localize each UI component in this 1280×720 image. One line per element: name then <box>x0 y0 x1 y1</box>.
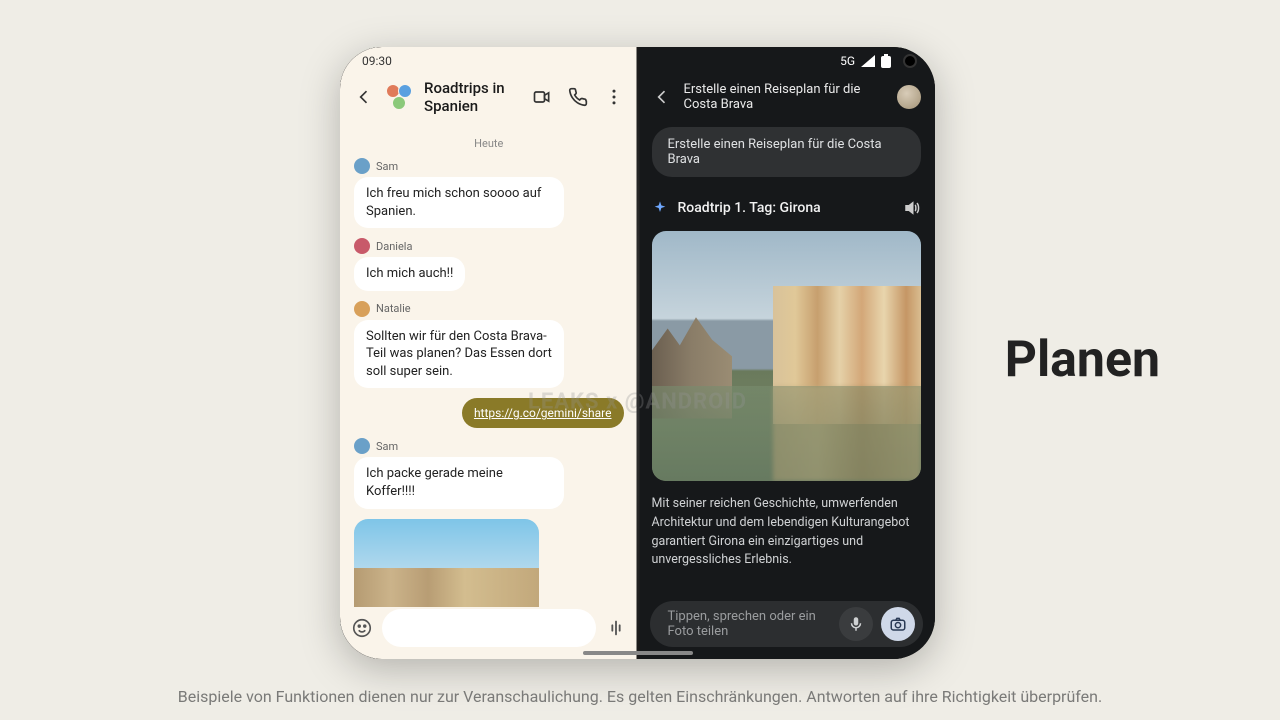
message-bubble[interactable]: Ich freu mich schon soooo auf Spanien. <box>354 177 564 228</box>
video-call-icon[interactable] <box>532 87 552 107</box>
chat-messages[interactable]: Heute Sam Ich freu mich schon soooo auf … <box>340 127 638 607</box>
message-input[interactable] <box>382 609 596 647</box>
photo-attachment[interactable] <box>354 519 539 607</box>
status-bar-right: 5G <box>638 47 936 75</box>
sender-avatar <box>354 158 370 174</box>
sparkle-icon <box>652 200 668 216</box>
chat-title[interactable]: Roadtrips in Spanien <box>424 79 520 115</box>
disclaimer-text: Beispiele von Funktionen dienen nur zur … <box>0 687 1280 706</box>
phone-call-icon[interactable] <box>568 87 588 107</box>
message-incoming: Sam Ich freu mich schon soooo auf Spanie… <box>354 158 624 228</box>
result-description: Mit seiner reichen Geschichte, umwerfend… <box>652 495 922 570</box>
result-title: Roadtrip 1. Tag: Girona <box>678 200 894 216</box>
sender-name: Natalie <box>376 302 411 315</box>
assistant-input-bar: Tippen, sprechen oder ein Foto teilen <box>650 601 924 647</box>
day-separator: Heute <box>354 137 624 150</box>
outgoing-link[interactable]: https://g.co/gemini/share <box>462 398 624 428</box>
voice-note-icon[interactable] <box>604 617 628 639</box>
profile-avatar[interactable] <box>897 85 921 109</box>
sender-name: Daniela <box>376 240 412 253</box>
speaker-icon[interactable] <box>903 199 921 217</box>
status-time: 09:30 <box>362 54 392 68</box>
result-image[interactable] <box>652 231 922 481</box>
user-prompt-chip[interactable]: Erstelle einen Reiseplan für die Costa B… <box>652 127 922 177</box>
network-badge: 5G <box>840 54 855 68</box>
assistant-body[interactable]: Erstelle einen Reiseplan für die Costa B… <box>638 127 936 601</box>
message-incoming: Natalie Sollten wir für den Costa Brava-… <box>354 301 624 389</box>
chat-input-bar <box>350 607 628 649</box>
message-incoming-photo <box>354 519 624 607</box>
sender-avatar <box>354 438 370 454</box>
sender-avatar <box>354 301 370 317</box>
back-chevron-icon[interactable] <box>652 87 672 107</box>
group-avatar[interactable] <box>386 84 412 110</box>
message-bubble[interactable]: Ich mich auch!! <box>354 257 465 291</box>
chat-header: Roadtrips in Spanien <box>340 75 638 119</box>
emoji-icon[interactable] <box>350 617 374 639</box>
sender-avatar <box>354 238 370 254</box>
assistant-input[interactable]: Tippen, sprechen oder ein Foto teilen <box>668 609 832 639</box>
message-bubble[interactable]: Sollten wir für den Costa Brava-Teil was… <box>354 320 564 389</box>
sender-name: Sam <box>376 160 398 173</box>
sender-name: Sam <box>376 440 398 453</box>
back-arrow-icon[interactable] <box>354 87 374 107</box>
message-incoming: Daniela Ich mich auch!! <box>354 238 624 291</box>
nav-handle[interactable] <box>583 651 693 655</box>
hinge <box>636 47 639 659</box>
assistant-app: 5G Erstelle einen Reiseplan für die Cost… <box>638 47 936 659</box>
assistant-header: Erstelle einen Reiseplan für die Costa B… <box>638 75 936 119</box>
chat-app: 09:30 Roadtrips in Spanien <box>340 47 638 659</box>
message-incoming: Sam Ich packe gerade meine Koffer!!!! <box>354 438 624 508</box>
foldable-phone-frame: 09:30 Roadtrips in Spanien <box>340 47 935 659</box>
camera-button[interactable] <box>881 607 915 641</box>
battery-icon <box>881 54 891 68</box>
result-header: Roadtrip 1. Tag: Girona <box>652 199 922 217</box>
more-options-icon[interactable] <box>604 87 624 107</box>
assistant-header-title: Erstelle einen Reiseplan für die Costa B… <box>684 82 886 112</box>
signal-icon <box>861 55 875 67</box>
front-camera <box>903 54 917 68</box>
headline-word: Planen <box>1005 331 1160 389</box>
message-bubble[interactable]: Ich packe gerade meine Koffer!!!! <box>354 457 564 508</box>
status-bar-left: 09:30 <box>340 47 638 75</box>
message-outgoing: https://g.co/gemini/share <box>354 398 624 428</box>
mic-button[interactable] <box>839 607 873 641</box>
